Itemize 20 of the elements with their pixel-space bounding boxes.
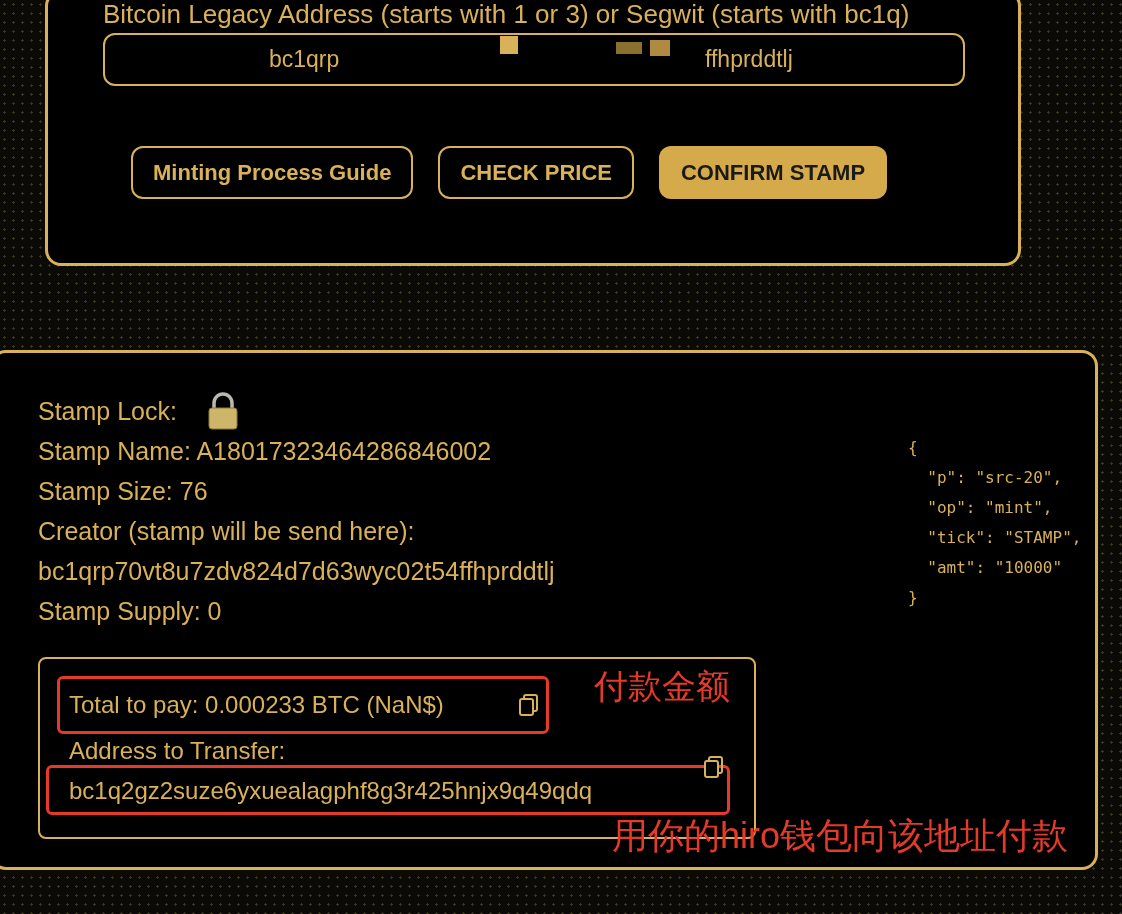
action-button[interactable]: Minting Process Guide bbox=[131, 146, 414, 199]
copy-icon[interactable] bbox=[704, 756, 724, 778]
address-field[interactable]: bc1qrp ffhprddtlj bbox=[103, 33, 965, 86]
detail-text: Stamp Name: A18017323464286846002 bbox=[38, 436, 493, 467]
address-label: Address to Transfer: bbox=[69, 736, 286, 766]
confirm-button[interactable]: CONFIRM STAMP bbox=[658, 146, 888, 199]
field-value: bc1qrp bbox=[269, 45, 340, 75]
transfer-address: bc1q2gz2suze6yxuealagphf8g3r425hnjx9q49qdq bbox=[69, 777, 593, 804]
field-value: ffhprddtlj bbox=[705, 45, 793, 75]
annotation-text: 付款金额 bbox=[594, 666, 730, 707]
action-button[interactable]: CHECK PRICE bbox=[438, 146, 634, 199]
detail-text: Stamp Supply: 0 bbox=[38, 596, 223, 627]
copy-icon[interactable] bbox=[519, 694, 539, 716]
field-label: Bitcoin Legacy Address (starts with 1 or 3) or Segwit (starts with bc1q) bbox=[103, 0, 910, 29]
json-code: { "p": "src-20", "op": "mint", "tick": "STAMP", "amt": "10000" } bbox=[908, 437, 1082, 609]
total-amount: Total to pay: 0.000233 BTC (NaN$) bbox=[69, 690, 444, 720]
detail-text: bc1qrp70vt8u7zdv824d7d63wyc02t54ffhprddtlj bbox=[38, 556, 555, 587]
detail-text: Creator (stamp will be send here): bbox=[38, 516, 416, 547]
lock-label: Stamp Lock: bbox=[38, 396, 177, 427]
detail-text: Stamp Size: 76 bbox=[38, 476, 209, 507]
